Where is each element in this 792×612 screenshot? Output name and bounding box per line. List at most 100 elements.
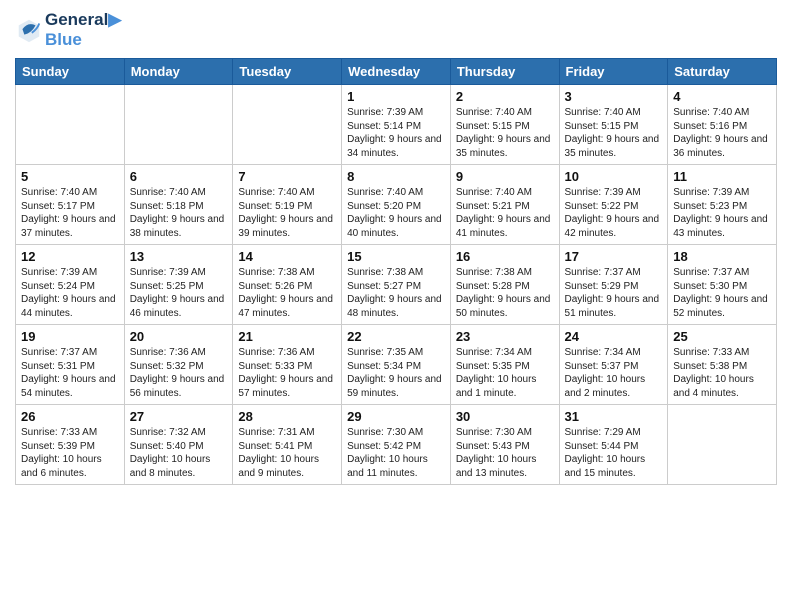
cell-info: Sunrise: 7:40 AM Sunset: 5:19 PM Dayligh… — [238, 186, 336, 240]
calendar-cell: 16Sunrise: 7:38 AM Sunset: 5:28 PM Dayli… — [450, 245, 559, 325]
day-number: 1 — [347, 89, 445, 104]
calendar-cell — [233, 85, 342, 165]
day-header-thursday: Thursday — [450, 59, 559, 85]
cell-info: Sunrise: 7:36 AM Sunset: 5:32 PM Dayligh… — [130, 346, 228, 400]
day-number: 2 — [456, 89, 554, 104]
cell-info: Sunrise: 7:40 AM Sunset: 5:18 PM Dayligh… — [130, 186, 228, 240]
cell-info: Sunrise: 7:39 AM Sunset: 5:22 PM Dayligh… — [565, 186, 663, 240]
calendar-cell: 2 Sunrise: 7:40 AM Sunset: 5:15 PM Daylig… — [450, 85, 559, 165]
header: General▶ Blue — [15, 10, 777, 50]
cell-info: Sunrise: 7:29 AM Sunset: 5:44 PM Dayligh… — [565, 426, 663, 480]
day-number: 14 — [238, 249, 336, 264]
cell-info: Sunrise: 7:38 AM Sunset: 5:27 PM Dayligh… — [347, 266, 445, 320]
day-header-monday: Monday — [124, 59, 233, 85]
calendar-cell: 4Sunrise: 7:40 AM Sunset: 5:16 PM Daylig… — [668, 85, 777, 165]
day-number: 5 — [21, 169, 119, 184]
day-number: 27 — [130, 409, 228, 424]
calendar-cell: 15 Sunrise: 7:38 AM Sunset: 5:27 PM Dayli… — [342, 245, 451, 325]
day-number: 8 — [347, 169, 445, 184]
day-number: 21 — [238, 329, 336, 344]
cell-info: Sunrise: 7:40 AM Sunset: 5:20 PM Dayligh… — [347, 186, 445, 240]
day-number: 26 — [21, 409, 119, 424]
cell-info: Sunrise: 7:39 AM Sunset: 5:24 PM Dayligh… — [21, 266, 119, 320]
day-number: 13 — [130, 249, 228, 264]
cell-info: Sunrise: 7:37 AM Sunset: 5:30 PM Dayligh… — [673, 266, 771, 320]
calendar-cell: 14 Sunrise: 7:38 AM Sunset: 5:26 PM Dayli… — [233, 245, 342, 325]
day-number: 10 — [565, 169, 663, 184]
calendar-cell: 6 Sunrise: 7:40 AM Sunset: 5:18 PM Daylig… — [124, 165, 233, 245]
calendar-week-row: 26 Sunrise: 7:33 AM Sunset: 5:39 PM Dayli… — [16, 405, 777, 485]
calendar-cell — [124, 85, 233, 165]
calendar-week-row: 19 Sunrise: 7:37 AM Sunset: 5:31 PM Dayli… — [16, 325, 777, 405]
calendar-week-row: 1Sunrise: 7:39 AM Sunset: 5:14 PM Daylig… — [16, 85, 777, 165]
calendar-cell: 25 Sunrise: 7:33 AM Sunset: 5:38 PM Dayli… — [668, 325, 777, 405]
calendar-week-row: 12 Sunrise: 7:39 AM Sunset: 5:24 PM Dayli… — [16, 245, 777, 325]
cell-info: Sunrise: 7:40 AM Sunset: 5:15 PM Dayligh… — [456, 106, 554, 160]
day-number: 25 — [673, 329, 771, 344]
day-header-saturday: Saturday — [668, 59, 777, 85]
cell-info: Sunrise: 7:33 AM Sunset: 5:39 PM Dayligh… — [21, 426, 119, 480]
logo-text: General▶ Blue — [45, 10, 121, 50]
calendar-cell: 13Sunrise: 7:39 AM Sunset: 5:25 PM Dayli… — [124, 245, 233, 325]
cell-info: Sunrise: 7:40 AM Sunset: 5:15 PM Dayligh… — [565, 106, 663, 160]
calendar-cell — [16, 85, 125, 165]
day-number: 19 — [21, 329, 119, 344]
calendar-cell: 24Sunrise: 7:34 AM Sunset: 5:37 PM Dayli… — [559, 325, 668, 405]
calendar-cell: 1Sunrise: 7:39 AM Sunset: 5:14 PM Daylig… — [342, 85, 451, 165]
calendar-cell: 23Sunrise: 7:34 AM Sunset: 5:35 PM Dayli… — [450, 325, 559, 405]
day-number: 31 — [565, 409, 663, 424]
day-number: 24 — [565, 329, 663, 344]
page: General▶ Blue SundayMondayTuesdayWednesd… — [0, 0, 792, 612]
cell-info: Sunrise: 7:34 AM Sunset: 5:35 PM Dayligh… — [456, 346, 554, 400]
calendar-cell: 7 Sunrise: 7:40 AM Sunset: 5:19 PM Daylig… — [233, 165, 342, 245]
cell-info: Sunrise: 7:36 AM Sunset: 5:33 PM Dayligh… — [238, 346, 336, 400]
calendar-cell: 8 Sunrise: 7:40 AM Sunset: 5:20 PM Daylig… — [342, 165, 451, 245]
day-number: 17 — [565, 249, 663, 264]
calendar-cell: 21 Sunrise: 7:36 AM Sunset: 5:33 PM Dayli… — [233, 325, 342, 405]
calendar-cell: 31 Sunrise: 7:29 AM Sunset: 5:44 PM Dayli… — [559, 405, 668, 485]
day-number: 20 — [130, 329, 228, 344]
day-header-sunday: Sunday — [16, 59, 125, 85]
day-header-tuesday: Tuesday — [233, 59, 342, 85]
calendar-week-row: 5 Sunrise: 7:40 AM Sunset: 5:17 PM Daylig… — [16, 165, 777, 245]
day-header-friday: Friday — [559, 59, 668, 85]
cell-info: Sunrise: 7:38 AM Sunset: 5:26 PM Dayligh… — [238, 266, 336, 320]
calendar-cell: 3 Sunrise: 7:40 AM Sunset: 5:15 PM Daylig… — [559, 85, 668, 165]
calendar-cell: 26 Sunrise: 7:33 AM Sunset: 5:39 PM Dayli… — [16, 405, 125, 485]
calendar-cell: 5 Sunrise: 7:40 AM Sunset: 5:17 PM Daylig… — [16, 165, 125, 245]
cell-info: Sunrise: 7:35 AM Sunset: 5:34 PM Dayligh… — [347, 346, 445, 400]
day-number: 7 — [238, 169, 336, 184]
day-number: 29 — [347, 409, 445, 424]
calendar-cell: 27 Sunrise: 7:32 AM Sunset: 5:40 PM Dayli… — [124, 405, 233, 485]
calendar-header-row: SundayMondayTuesdayWednesdayThursdayFrid… — [16, 59, 777, 85]
calendar-cell: 18 Sunrise: 7:37 AM Sunset: 5:30 PM Dayli… — [668, 245, 777, 325]
cell-info: Sunrise: 7:30 AM Sunset: 5:43 PM Dayligh… — [456, 426, 554, 480]
logo: General▶ Blue — [15, 10, 121, 50]
calendar-cell: 20 Sunrise: 7:36 AM Sunset: 5:32 PM Dayli… — [124, 325, 233, 405]
calendar-cell: 29Sunrise: 7:30 AM Sunset: 5:42 PM Dayli… — [342, 405, 451, 485]
cell-info: Sunrise: 7:40 AM Sunset: 5:17 PM Dayligh… — [21, 186, 119, 240]
calendar-cell: 9 Sunrise: 7:40 AM Sunset: 5:21 PM Daylig… — [450, 165, 559, 245]
day-number: 3 — [565, 89, 663, 104]
cell-info: Sunrise: 7:32 AM Sunset: 5:40 PM Dayligh… — [130, 426, 228, 480]
logo-icon — [15, 16, 43, 44]
cell-info: Sunrise: 7:33 AM Sunset: 5:38 PM Dayligh… — [673, 346, 771, 400]
day-number: 6 — [130, 169, 228, 184]
cell-info: Sunrise: 7:31 AM Sunset: 5:41 PM Dayligh… — [238, 426, 336, 480]
day-number: 9 — [456, 169, 554, 184]
cell-info: Sunrise: 7:39 AM Sunset: 5:23 PM Dayligh… — [673, 186, 771, 240]
day-number: 11 — [673, 169, 771, 184]
day-number: 18 — [673, 249, 771, 264]
day-number: 16 — [456, 249, 554, 264]
cell-info: Sunrise: 7:37 AM Sunset: 5:29 PM Dayligh… — [565, 266, 663, 320]
day-number: 12 — [21, 249, 119, 264]
day-number: 28 — [238, 409, 336, 424]
day-number: 15 — [347, 249, 445, 264]
cell-info: Sunrise: 7:37 AM Sunset: 5:31 PM Dayligh… — [21, 346, 119, 400]
calendar-cell: 22 Sunrise: 7:35 AM Sunset: 5:34 PM Dayli… — [342, 325, 451, 405]
cell-info: Sunrise: 7:40 AM Sunset: 5:21 PM Dayligh… — [456, 186, 554, 240]
day-number: 22 — [347, 329, 445, 344]
cell-info: Sunrise: 7:40 AM Sunset: 5:16 PM Dayligh… — [673, 106, 771, 160]
calendar: SundayMondayTuesdayWednesdayThursdayFrid… — [15, 58, 777, 485]
calendar-cell: 28 Sunrise: 7:31 AM Sunset: 5:41 PM Dayli… — [233, 405, 342, 485]
